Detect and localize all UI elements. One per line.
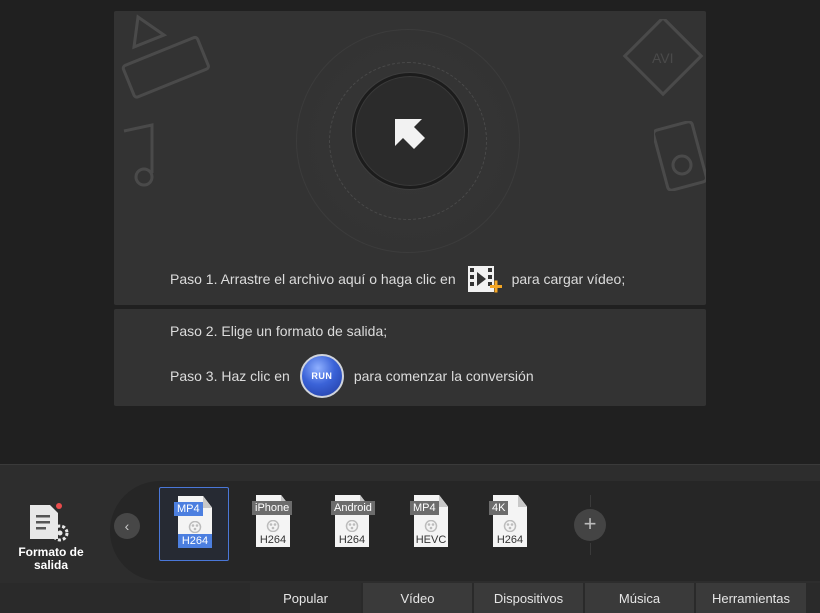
tab-music[interactable]: Música bbox=[585, 583, 694, 613]
step-1-before: Paso 1. Arrastre el archivo aquí o haga … bbox=[170, 271, 456, 287]
format-container-label: iPhone bbox=[252, 501, 293, 515]
category-tabs: Popular Vídeo Dispositivos Música Herram… bbox=[0, 583, 820, 613]
output-format-bar: Formato de salida ‹ MP4 H264 iPhone H264 And… bbox=[0, 464, 820, 613]
step-1-after: para cargar vídeo; bbox=[511, 271, 626, 287]
chevron-left-icon[interactable]: ‹ bbox=[114, 513, 140, 539]
format-item[interactable]: MP4 H264 bbox=[159, 487, 229, 561]
format-codec-label: HEVC bbox=[415, 534, 447, 546]
tab-tools[interactable]: Herramientas bbox=[696, 583, 806, 613]
film-reel-icon bbox=[503, 520, 517, 532]
run-button[interactable]: RUN bbox=[299, 354, 344, 398]
format-container-label: Android bbox=[331, 501, 375, 515]
output-format-label: Formato de salida bbox=[18, 545, 84, 572]
film-reel-icon bbox=[345, 520, 359, 532]
film-strip-decoration-icon bbox=[121, 14, 210, 99]
film-reel-icon bbox=[188, 521, 202, 533]
tab-label: Vídeo bbox=[400, 591, 435, 606]
step-3-before: Paso 3. Haz clic en bbox=[170, 368, 290, 384]
document-gear-icon bbox=[30, 503, 69, 542]
tab-label: Popular bbox=[283, 591, 328, 606]
tab-popular[interactable]: Popular bbox=[250, 583, 361, 613]
tab-video[interactable]: Vídeo bbox=[363, 583, 472, 613]
svg-text:AVI: AVI bbox=[652, 50, 674, 66]
format-codec-label: H264 bbox=[338, 534, 366, 546]
avi-file-decoration-icon: AVI bbox=[622, 19, 704, 97]
music-note-decoration-icon bbox=[123, 123, 154, 187]
format-codec-label: H264 bbox=[496, 534, 524, 546]
drop-zone[interactable]: AVI Paso 1. Arrastre el archivo aquí o h… bbox=[114, 11, 706, 305]
film-reel-icon bbox=[424, 520, 438, 532]
step-3-text: Paso 3. Haz clic en RUN para comenzar la… bbox=[170, 354, 534, 398]
ipod-decoration-icon bbox=[654, 121, 706, 191]
tab-label: Herramientas bbox=[711, 591, 791, 606]
step-3-after: para comenzar la conversión bbox=[353, 368, 534, 384]
format-container-label: MP4 bbox=[174, 502, 203, 516]
format-item[interactable]: 4K H264 bbox=[475, 487, 545, 561]
tab-label: Música bbox=[618, 591, 661, 606]
format-container-label: MP4 bbox=[410, 501, 439, 515]
add-video-button[interactable] bbox=[466, 264, 502, 294]
format-codec-label: H264 bbox=[259, 534, 287, 546]
step-1-text: Paso 1. Arrastre el archivo aquí o haga … bbox=[170, 264, 625, 294]
tab-label: Dispositivos bbox=[493, 591, 564, 606]
format-codec-label: H264 bbox=[178, 534, 212, 548]
step-2-text: Paso 2. Elige un formato de salida; bbox=[170, 323, 388, 339]
format-divider-bottom bbox=[590, 543, 591, 555]
format-divider-top bbox=[590, 495, 591, 507]
steps-panel: Paso 2. Elige un formato de salida; Paso… bbox=[114, 309, 706, 406]
output-format-button[interactable]: Formato de salida bbox=[8, 497, 94, 581]
format-container-label: 4K bbox=[489, 501, 509, 515]
film-reel-icon bbox=[266, 520, 280, 532]
plus-icon[interactable]: + bbox=[574, 509, 606, 541]
upload-arrow-icon bbox=[395, 119, 425, 149]
format-item[interactable]: MP4 HEVC bbox=[396, 487, 466, 561]
upload-button[interactable] bbox=[352, 73, 468, 189]
format-item[interactable]: iPhone H264 bbox=[238, 487, 308, 561]
add-video-icon bbox=[467, 266, 502, 293]
format-item[interactable]: Android H264 bbox=[317, 487, 387, 561]
tab-devices[interactable]: Dispositivos bbox=[474, 583, 583, 613]
